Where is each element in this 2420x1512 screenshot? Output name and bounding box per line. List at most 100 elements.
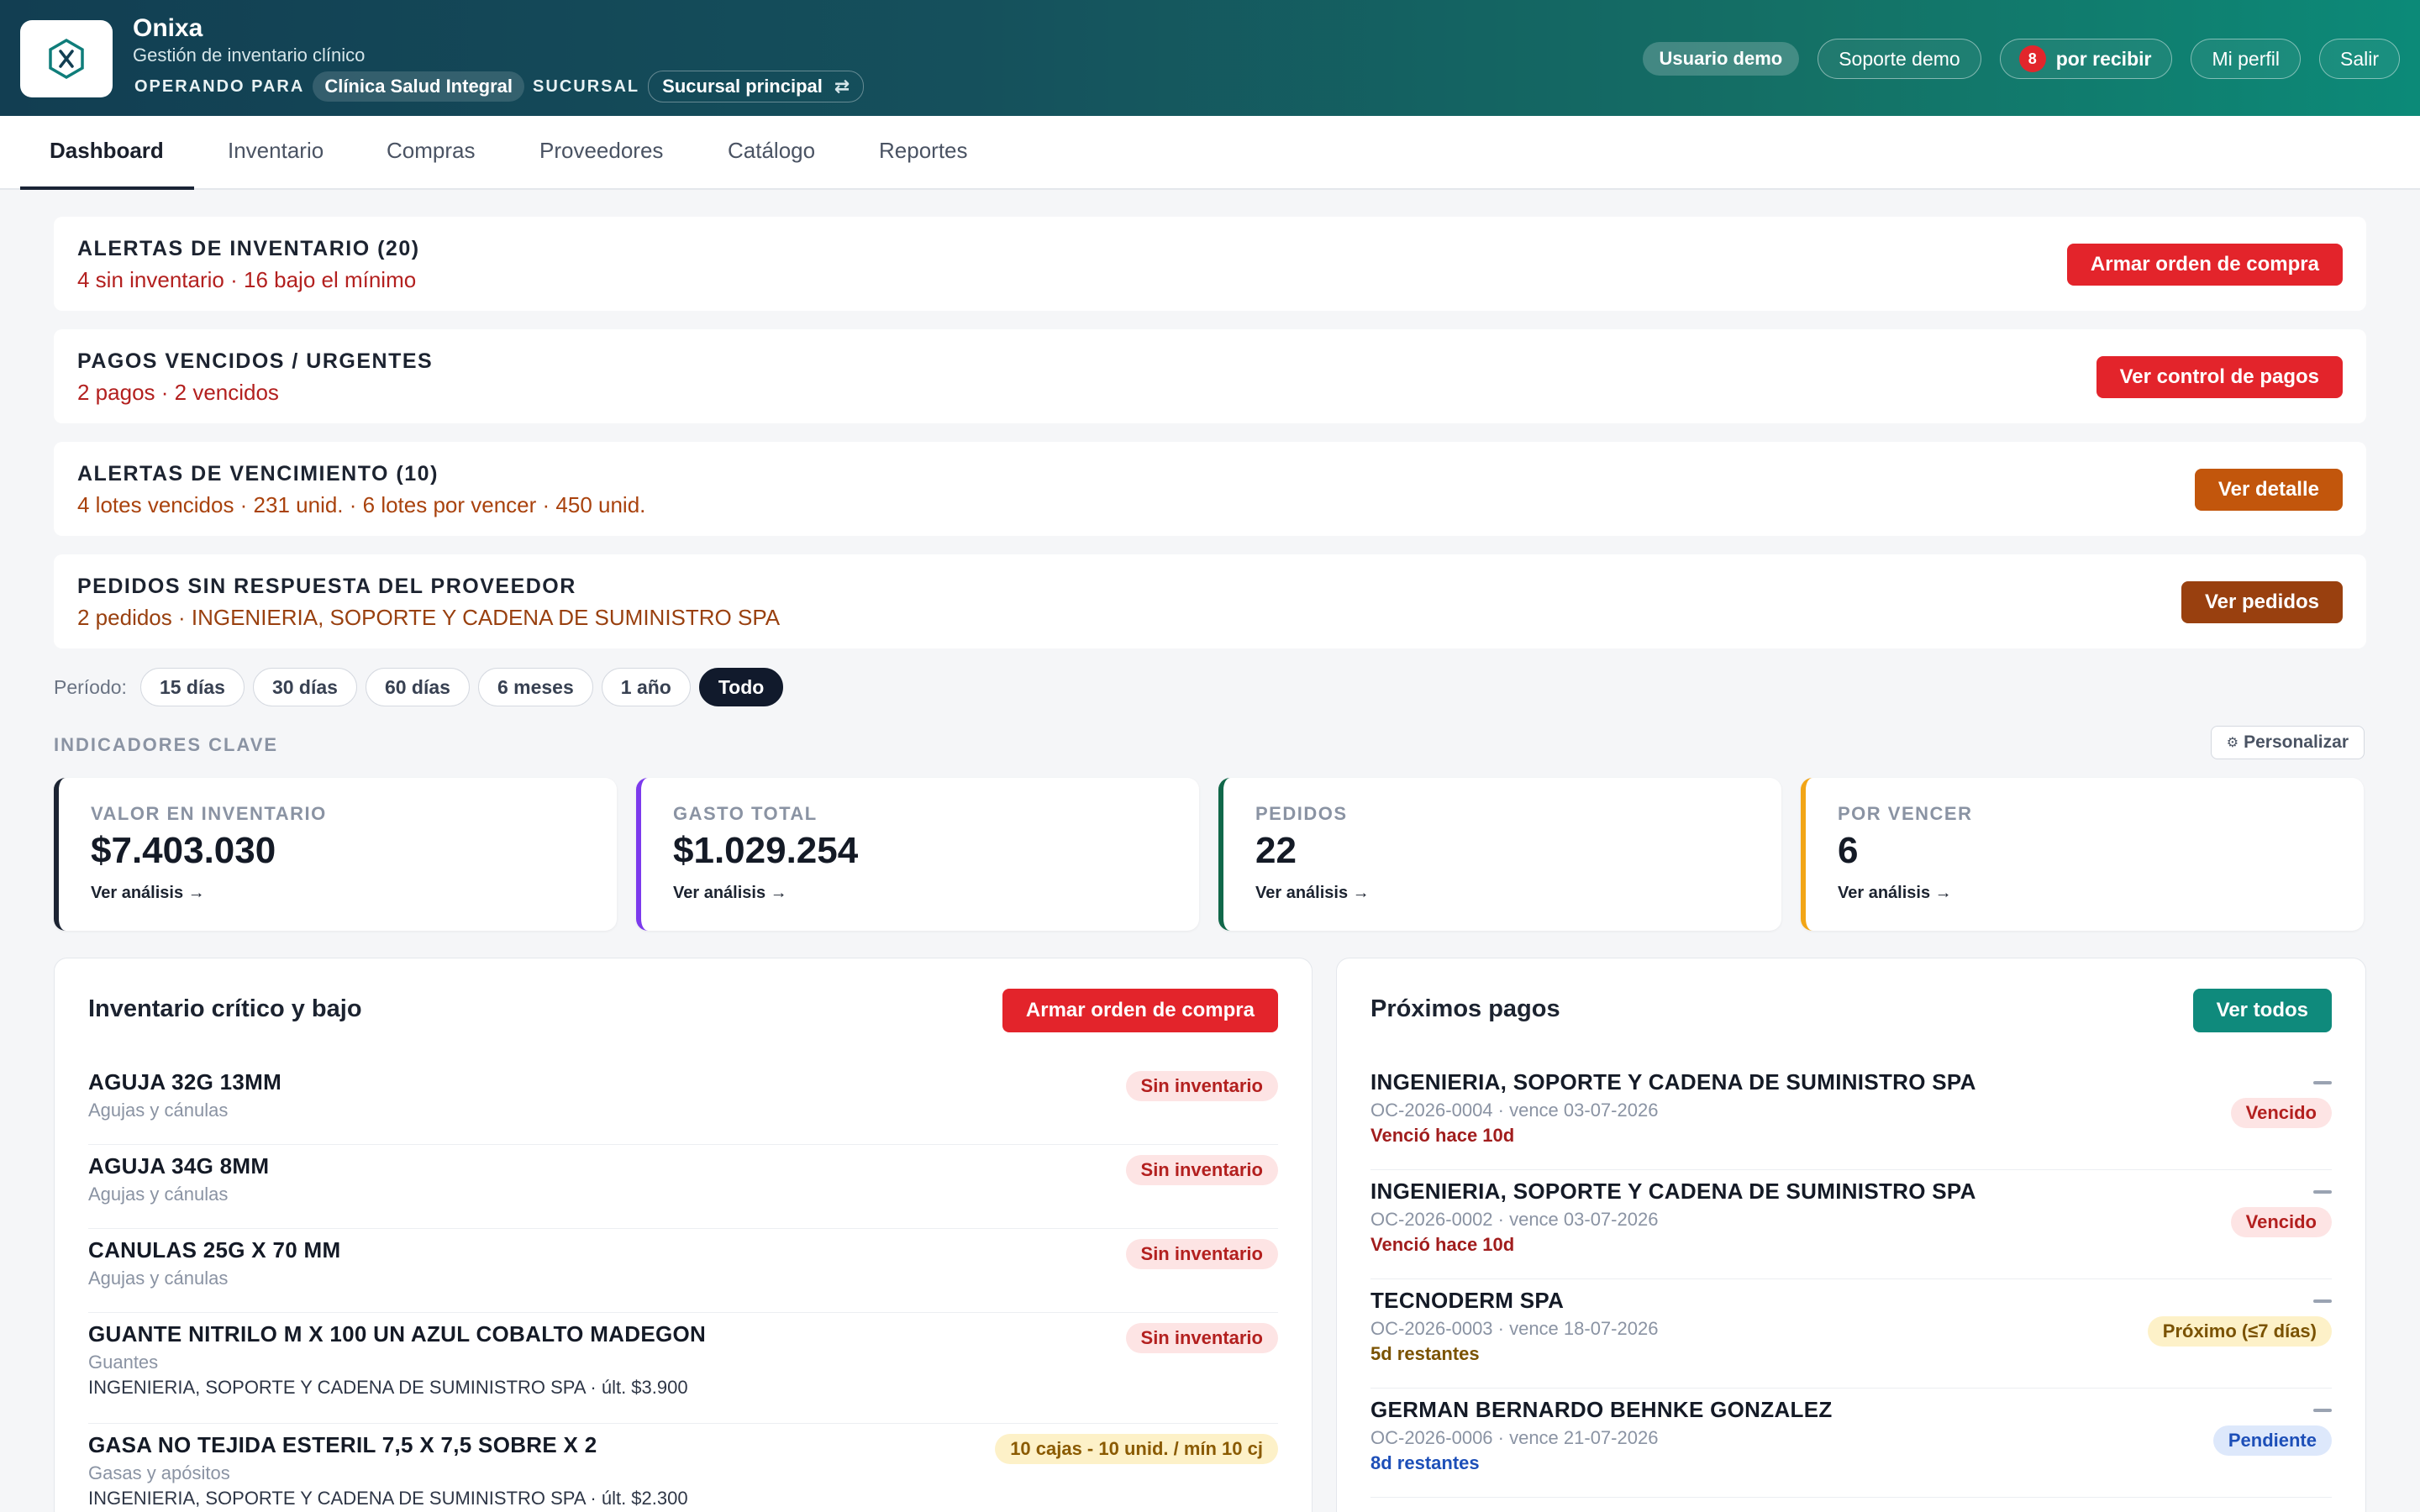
- due-text: 8d restantes: [1370, 1452, 1480, 1473]
- kpi-pedidos[interactable]: PEDIDOS 22 Ver análisis →: [1218, 778, 1781, 931]
- por-recibir-button[interactable]: 8 por recibir: [1999, 39, 2173, 79]
- alert-title: PEDIDOS SIN RESPUESTA DEL PROVEEDOR: [77, 575, 576, 598]
- status-badge: Próximo (≤7 días): [2147, 1316, 2332, 1347]
- kpi-value: $1.029.254: [673, 830, 859, 871]
- tab-compras[interactable]: Compras: [387, 116, 475, 190]
- armar-orden-panel-button[interactable]: Armar orden de compra: [1002, 989, 1278, 1032]
- payment-row[interactable]: TECNODERM SPA OC-2026-0003 · vence 18-07…: [1370, 1279, 2332, 1389]
- panel-title: Próximos pagos: [1370, 995, 1560, 1022]
- status-badge: Vencido: [2230, 1207, 2332, 1237]
- status-badge: Sin inventario: [1125, 1323, 1278, 1353]
- panel-title: Inventario crítico y bajo: [88, 995, 362, 1022]
- clinic-name: Clínica Salud Integral: [313, 71, 525, 102]
- tab-dashboard[interactable]: Dashboard: [20, 116, 194, 190]
- ver-pedidos-button[interactable]: Ver pedidos: [2181, 581, 2343, 623]
- amount-placeholder: [2313, 1190, 2332, 1194]
- ver-todos-button[interactable]: Ver todos: [2192, 989, 2332, 1032]
- sucursal-selector[interactable]: Sucursal principal ⇄: [648, 71, 865, 102]
- periodo-label: Período:: [54, 675, 127, 698]
- onixa-logo-icon: [49, 38, 84, 80]
- alert-summary: 4 lotes vencidos · 231 unid. · 6 lotes p…: [77, 492, 646, 517]
- swap-icon: ⇄: [834, 76, 850, 97]
- order-ref: OC-2026-0003 · vence 18-07-2026: [1370, 1318, 1659, 1339]
- por-recibir-count-badge: 8: [2018, 45, 2046, 72]
- alert-summary: 4 sin inventario · 16 bajo el mínimo: [77, 267, 417, 292]
- main-tabs: Dashboard Inventario Compras Proveedores…: [0, 116, 2420, 190]
- order-ref: OC-2026-0002 · vence 03-07-2026: [1370, 1209, 1659, 1230]
- status-badge: Sin inventario: [1125, 1239, 1278, 1269]
- personalizar-button[interactable]: ⚙ Personalizar: [2210, 726, 2365, 759]
- kpi-por-vencer[interactable]: POR VENCER 6 Ver análisis →: [1801, 778, 2364, 931]
- amount-placeholder: [2313, 1081, 2332, 1084]
- tab-proveedores[interactable]: Proveedores: [539, 116, 663, 190]
- inventory-row[interactable]: AGUJA 34G 8MM Agujas y cánulas Sin inven…: [88, 1145, 1278, 1229]
- tab-catalogo[interactable]: Catálogo: [728, 116, 815, 190]
- onixa-logo[interactable]: [20, 20, 113, 97]
- kpi-analysis-link[interactable]: Ver análisis →: [673, 884, 787, 903]
- item-name: CANULAS 25G X 70 MM: [88, 1237, 341, 1263]
- item-name: GASA NO TEJIDA ESTERIL 7,5 X 7,5 SOBRE X…: [88, 1432, 597, 1457]
- periodo-todo[interactable]: Todo: [698, 668, 784, 706]
- inventory-row[interactable]: AGUJA 32G 13MM Agujas y cánulas Sin inve…: [88, 1061, 1278, 1145]
- kpi-gasto-total[interactable]: GASTO TOTAL $1.029.254 Ver análisis →: [636, 778, 1199, 931]
- armar-orden-button[interactable]: Armar orden de compra: [2066, 244, 2343, 286]
- alert-pagos: PAGOS VENCIDOS / URGENTES 2 pagos · 2 ve…: [54, 329, 2366, 423]
- sucursal-name: Sucursal principal: [662, 76, 823, 97]
- supplier-name: TECNODERM SPA: [1370, 1288, 1565, 1313]
- kpi-analysis-link[interactable]: Ver análisis →: [91, 884, 205, 903]
- supplier-name: INGENIERIA, SOPORTE Y CADENA DE SUMINIST…: [1370, 1179, 1976, 1204]
- amount-placeholder: [2313, 1409, 2332, 1412]
- item-supplier: INGENIERIA, SOPORTE Y CADENA DE SUMINIST…: [88, 1488, 688, 1509]
- alert-title: PAGOS VENCIDOS / URGENTES: [77, 349, 434, 373]
- alert-title: ALERTAS DE INVENTARIO (20): [77, 237, 420, 260]
- ver-detalle-button[interactable]: Ver detalle: [2194, 469, 2343, 511]
- proximos-pagos-panel: Próximos pagos Ver todos INGENIERIA, SOP…: [1336, 958, 2366, 1512]
- personalizar-label: Personalizar: [2244, 732, 2349, 752]
- por-recibir-label: por recibir: [2055, 47, 2152, 70]
- inventory-row[interactable]: CANULAS 25G X 70 MM Agujas y cánulas Sin…: [88, 1229, 1278, 1313]
- supplier-name: INGENIERIA, SOPORTE Y CADENA DE SUMINIST…: [1370, 1069, 1976, 1095]
- tab-reportes[interactable]: Reportes: [879, 116, 968, 190]
- inventory-row[interactable]: GASA NO TEJIDA ESTERIL 7,5 X 7,5 SOBRE X…: [88, 1424, 1278, 1512]
- app-name: Onixa: [133, 14, 203, 42]
- mi-perfil-button[interactable]: Mi perfil: [2191, 39, 2301, 79]
- inventario-critico-panel: Inventario crítico y bajo Armar orden de…: [54, 958, 1313, 1512]
- payment-row[interactable]: INGENIERIA, SOPORTE Y CADENA DE SUMINIST…: [1370, 1061, 2332, 1170]
- usuario-demo-button[interactable]: Usuario demo: [1642, 42, 1800, 76]
- ver-control-pagos-button[interactable]: Ver control de pagos: [2096, 356, 2343, 398]
- kpi-label: GASTO TOTAL: [673, 803, 818, 824]
- status-badge: Vencido: [2230, 1098, 2332, 1128]
- due-text: Venció hace 10d: [1370, 1234, 1515, 1255]
- periodo-60-dias[interactable]: 60 días: [365, 668, 470, 706]
- alert-inventario: ALERTAS DE INVENTARIO (20) 4 sin inventa…: [54, 217, 2366, 311]
- kpi-analysis-link[interactable]: Ver análisis →: [1255, 884, 1370, 903]
- item-category: Agujas y cánulas: [88, 1100, 229, 1121]
- alert-vencimiento: ALERTAS DE VENCIMIENTO (10) 4 lotes venc…: [54, 442, 2366, 536]
- periodo-15-dias[interactable]: 15 días: [139, 668, 245, 706]
- periodo-1-ano[interactable]: 1 año: [601, 668, 691, 706]
- gear-icon: ⚙: [2226, 736, 2239, 750]
- kpi-analysis-link[interactable]: Ver análisis →: [1838, 884, 1952, 903]
- soporte-demo-button[interactable]: Soporte demo: [1818, 39, 1981, 79]
- salir-button[interactable]: Salir: [2318, 39, 2400, 79]
- payment-row[interactable]: INGENIERIA, SOPORTE Y CADENA DE SUMINIST…: [1370, 1170, 2332, 1279]
- kpi-valor-inventario[interactable]: VALOR EN INVENTARIO $7.403.030 Ver análi…: [54, 778, 617, 931]
- order-ref: OC-2026-0006 · vence 21-07-2026: [1370, 1427, 1659, 1448]
- due-text: 5d restantes: [1370, 1343, 1480, 1364]
- kpi-value: 6: [1838, 830, 1859, 871]
- item-category: Guantes: [88, 1352, 159, 1373]
- kpi-value: 22: [1255, 830, 1297, 871]
- indicadores-title: INDICADORES CLAVE: [54, 734, 279, 755]
- alert-title: ALERTAS DE VENCIMIENTO (10): [77, 462, 439, 486]
- due-text: Venció hace 10d: [1370, 1125, 1515, 1146]
- inventory-row[interactable]: GUANTE NITRILO M X 100 UN AZUL COBALTO M…: [88, 1313, 1278, 1424]
- tab-inventario[interactable]: Inventario: [228, 116, 324, 190]
- status-badge: 10 cajas - 10 unid. / mín 10 cj: [995, 1434, 1278, 1464]
- item-category: Agujas y cánulas: [88, 1268, 229, 1289]
- status-badge: Sin inventario: [1125, 1071, 1278, 1101]
- operando-label: OPERANDO PARA: [134, 76, 305, 96]
- periodo-6-meses[interactable]: 6 meses: [477, 668, 593, 706]
- status-badge: Pendiente: [2212, 1425, 2332, 1456]
- periodo-30-dias[interactable]: 30 días: [252, 668, 357, 706]
- payment-row[interactable]: GERMAN BERNARDO BEHNKE GONZALEZ OC-2026-…: [1370, 1389, 2332, 1498]
